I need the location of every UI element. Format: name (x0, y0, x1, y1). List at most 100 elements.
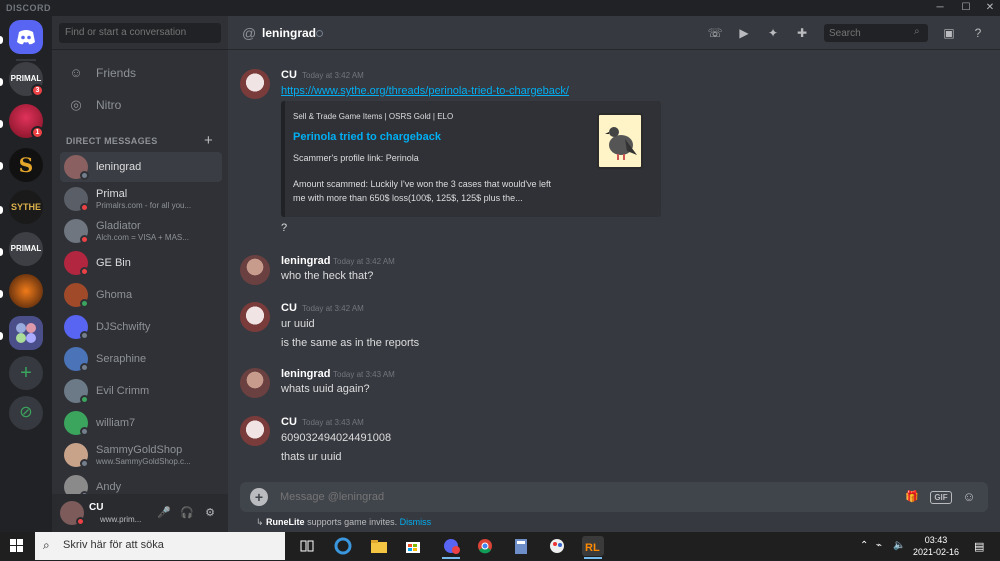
dm-item-primal[interactable]: Primal Primalrs.com - for all you... (60, 184, 222, 214)
paint-icon[interactable] (546, 536, 568, 556)
dm-custom-status: Primalrs.com - for all you... (96, 201, 192, 210)
taskbar-clock[interactable]: 03:43 2021-02-16 (906, 534, 966, 558)
calculator-icon[interactable] (510, 536, 532, 556)
video-call-icon[interactable]: ▶ (735, 25, 753, 41)
volume-icon[interactable]: 🔈 (893, 540, 905, 551)
notice-arrow-icon: ↳ (256, 517, 267, 527)
discord-logo-icon (17, 30, 35, 45)
message-author[interactable]: CU (281, 69, 297, 81)
show-hidden-icons[interactable]: ⌃ (860, 540, 868, 551)
game-invite-notice: ↳ RuneLite supports game invites. Dismis… (256, 517, 431, 528)
message-input[interactable] (280, 484, 840, 510)
add-friends-to-dm-icon[interactable]: ✚ (793, 25, 811, 41)
dm-item-evil-crimm[interactable]: Evil Crimm (60, 376, 222, 406)
unread-pill (0, 332, 3, 340)
notifications-icon[interactable]: ▤ (974, 540, 984, 553)
pinned-messages-icon[interactable]: ✦ (764, 25, 782, 41)
discord-taskbar-icon[interactable] (440, 536, 462, 559)
search-icon: ⌕ (43, 538, 50, 552)
inbox-icon[interactable]: ▣ (940, 25, 958, 41)
author-avatar[interactable] (240, 302, 270, 332)
home-button[interactable] (9, 20, 43, 54)
dm-name: Primal (96, 188, 128, 200)
message-text: 609032494024491008 (281, 432, 392, 444)
explore-servers-button[interactable]: ⊘ (9, 396, 43, 430)
message-link[interactable]: https://www.sythe.org/threads/perinola-t… (281, 85, 569, 97)
add-server-button[interactable]: + (9, 356, 43, 390)
message-author[interactable]: CU (281, 302, 297, 314)
message-timestamp: Today at 3:42 AM (302, 304, 364, 313)
server-primal-services[interactable]: PRIMAL (9, 232, 43, 266)
help-icon[interactable]: ? (969, 25, 987, 41)
message-text: is the same as in the reports (281, 337, 420, 349)
author-avatar[interactable] (240, 416, 270, 446)
dm-name: Gladiator (96, 220, 141, 232)
dm-item-leningrad[interactable]: leningrad (60, 152, 222, 182)
embed-description: me with more than 650$ loss(100$, 125$, … (293, 193, 523, 203)
server-7[interactable] (9, 274, 43, 308)
dm-item-sammygoldshop[interactable]: SammyGoldShop www.SammyGoldShop.c... (60, 440, 222, 470)
taskbar-search[interactable]: ⌕ Skriv här för att söka (35, 532, 285, 560)
create-dm-button[interactable]: + (204, 132, 213, 149)
network-icon[interactable]: ⌁ (876, 540, 882, 551)
upload-plus-button[interactable]: + (250, 488, 268, 506)
headset-icon[interactable]: 🎧 (179, 505, 195, 521)
status-dnd (80, 267, 89, 276)
message-author[interactable]: leningrad (281, 368, 331, 380)
message-group: CU Today at 3:42 AM ur uuid is the same … (240, 302, 980, 354)
store-glyph (406, 542, 420, 553)
message-search-input[interactable] (824, 24, 928, 42)
dm-item-ghoma[interactable]: Ghoma (60, 280, 222, 310)
task-view-glyph (300, 540, 314, 552)
message-author[interactable]: leningrad (281, 255, 331, 267)
friends-icon: ☺ (69, 65, 83, 80)
maximize-button[interactable]: ☐ (956, 0, 976, 16)
status-offline (80, 331, 89, 340)
message-group: leningrad Today at 3:43 AM whats uuid ag… (240, 368, 980, 402)
dm-item-gladiator[interactable]: Gladiator Alch.com = VISA + MAS... (60, 216, 222, 246)
dm-item-ge-bin[interactable]: GE Bin (60, 248, 222, 278)
gift-icon[interactable]: 🎁 (903, 489, 921, 505)
user-status-dnd (76, 517, 85, 526)
mute-icon[interactable]: 🎤 (156, 505, 172, 521)
voice-call-icon[interactable]: ☏ (706, 25, 724, 41)
dm-name: leningrad (96, 161, 142, 173)
compass-icon: ⊘ (19, 404, 33, 421)
edge-browser-icon[interactable] (332, 536, 354, 556)
server-sythe[interactable]: SYTHE (9, 190, 43, 224)
settings-gear-icon[interactable]: ⚙ (202, 505, 218, 521)
close-window-button[interactable]: ✕ (980, 0, 1000, 16)
message-author[interactable]: CU (281, 416, 297, 428)
username: CU (89, 502, 104, 513)
dm-item-djschwifty[interactable]: DJSchwifty (60, 312, 222, 342)
dm-item-william7[interactable]: william7 (60, 408, 222, 438)
windows-start-button[interactable] (10, 539, 24, 553)
dm-item-seraphine[interactable]: Seraphine (60, 344, 222, 374)
unread-pill (0, 290, 3, 298)
nitro-nav[interactable]: ◎ Nitro (60, 91, 220, 119)
chrome-icon[interactable] (474, 536, 496, 556)
friends-nav[interactable]: ☺ Friends (60, 59, 220, 87)
user-panel: CU www.prim... 🎤 🎧 ⚙ (52, 494, 228, 532)
embed-thumbnail-pigeon[interactable] (597, 113, 643, 169)
store-icon[interactable] (402, 536, 424, 556)
dismiss-link[interactable]: Dismiss (400, 517, 432, 527)
message-composer: + 🎁 GIF ☺ (240, 482, 988, 512)
server-8-icon (16, 323, 36, 343)
message-text: ur uuid (281, 318, 315, 330)
author-avatar[interactable] (240, 69, 270, 99)
author-avatar[interactable] (240, 255, 270, 285)
minimize-button[interactable]: ─ (930, 0, 950, 16)
task-view-icon[interactable] (296, 536, 318, 556)
mention-badge: 3 (31, 84, 44, 97)
conversation-search-input[interactable] (59, 23, 221, 43)
clock-date: 2021-02-16 (912, 547, 960, 557)
file-explorer-icon[interactable] (368, 536, 390, 556)
runelite-icon[interactable]: RL (582, 536, 604, 559)
embed-title-link[interactable]: Perinola tried to chargeback (293, 131, 441, 143)
server-8[interactable] (9, 316, 43, 350)
server-s[interactable]: S (9, 148, 43, 182)
gif-button[interactable]: GIF (930, 491, 952, 504)
emoji-icon[interactable]: ☺ (960, 489, 978, 505)
author-avatar[interactable] (240, 368, 270, 398)
